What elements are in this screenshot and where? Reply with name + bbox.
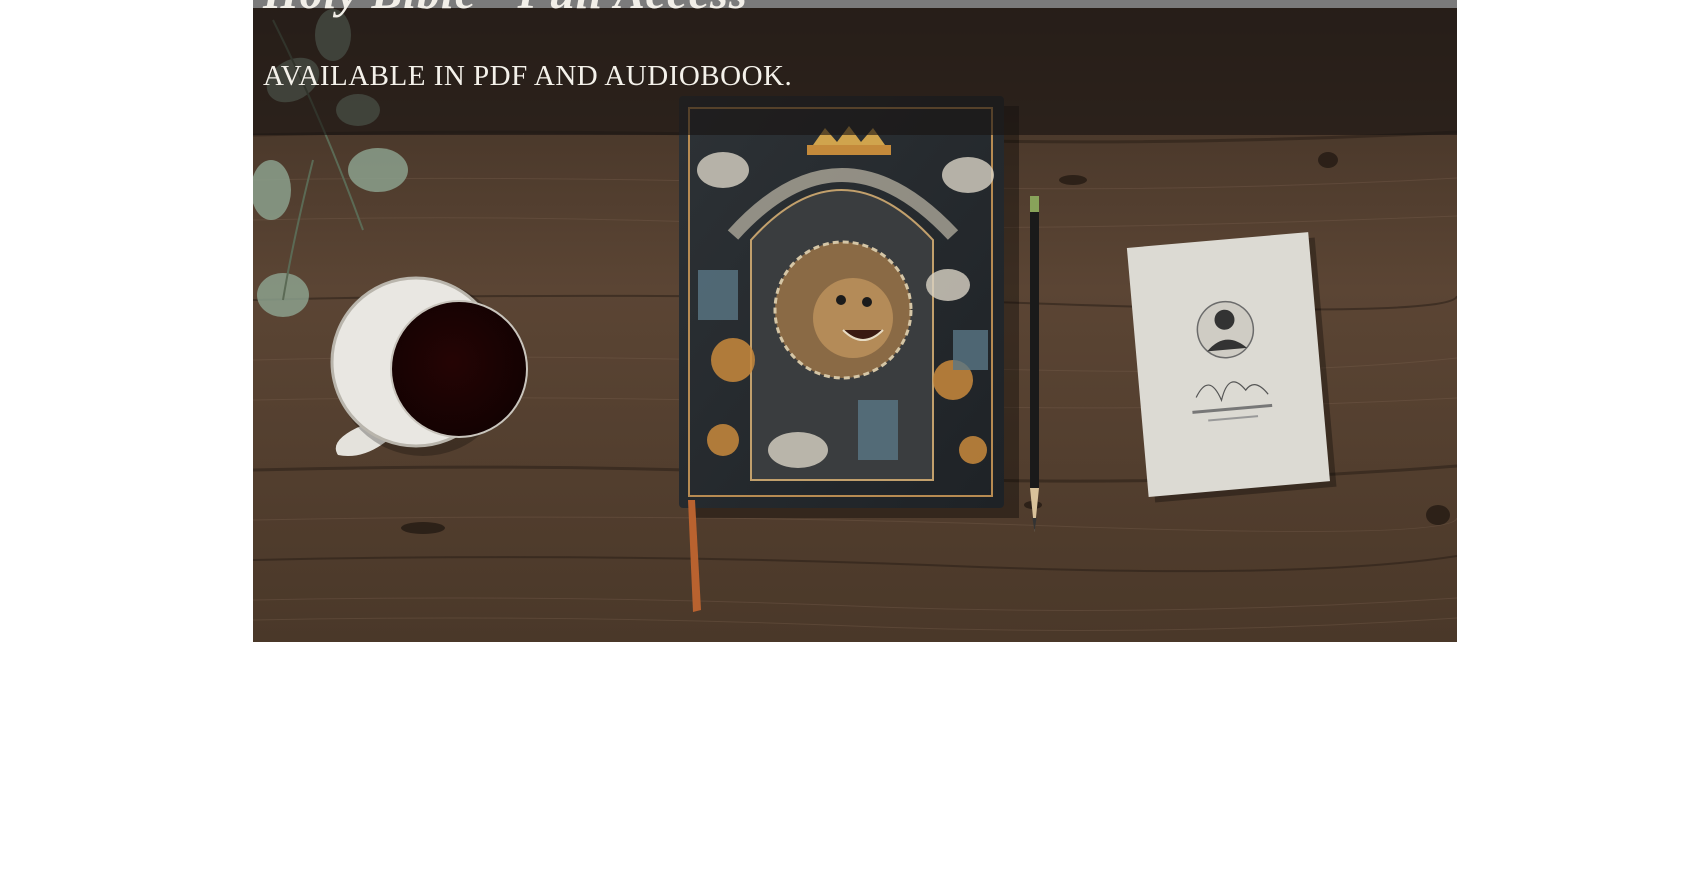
hero-banner: Holy Bible - Full Access AVAILABLE IN PD… [253, 0, 1457, 642]
hero-title: Holy Bible - Full Access [263, 0, 748, 16]
hero-subtitle: AVAILABLE IN PDF AND AUDIOBOOK. [263, 60, 793, 92]
